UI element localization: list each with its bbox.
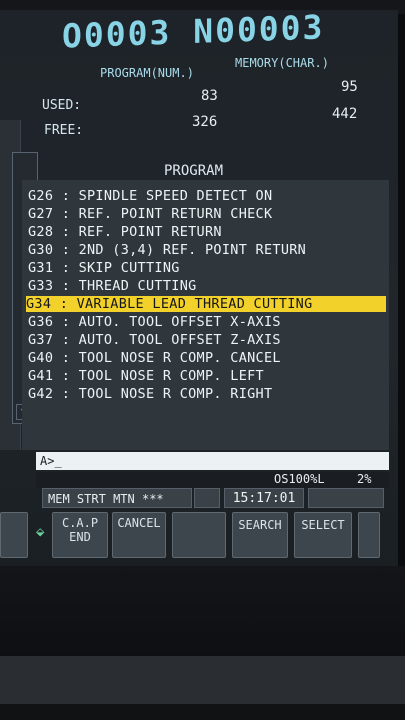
clock: 15:17:01 xyxy=(224,488,304,508)
cap-label: C.A.P xyxy=(61,516,99,530)
state-text: STRT xyxy=(76,492,106,506)
list-item[interactable]: G31 : SKIP CUTTING xyxy=(28,260,180,276)
softkey-right-edge[interactable] xyxy=(358,512,380,558)
select-label: SELECT xyxy=(301,518,345,532)
used-program-count: 83 xyxy=(201,88,218,104)
list-item[interactable]: G41 : TOOL NOSE R COMP. LEFT xyxy=(28,368,264,384)
list-item-selected[interactable]: G34 : VARIABLE LEAD THREAD CUTTING xyxy=(26,296,386,312)
layers-icon: ⬙ xyxy=(36,524,45,540)
search-button[interactable]: SEARCH xyxy=(232,512,288,558)
status-strip xyxy=(36,472,389,488)
list-item[interactable]: G33 : THREAD CUTTING xyxy=(28,278,197,294)
mode-text: MEM xyxy=(48,492,70,506)
cancel-button[interactable]: CANCEL xyxy=(112,512,166,558)
machine-panel-edge xyxy=(0,656,405,704)
machine-base xyxy=(0,704,405,720)
list-item[interactable]: G36 : AUTO. TOOL OFFSET X-AXIS xyxy=(28,314,281,330)
free-memory: 442 xyxy=(332,106,358,122)
end-label: END xyxy=(69,530,91,544)
status-blank-box-right xyxy=(308,488,384,508)
memory-header: MEMORY(CHAR.) xyxy=(235,56,329,70)
status-blank-box xyxy=(194,488,220,508)
list-item[interactable]: G40 : TOOL NOSE R COMP. CANCEL xyxy=(28,350,281,366)
alarm-text: *** xyxy=(141,492,164,506)
list-item[interactable]: G37 : AUTO. TOOL OFFSET Z-AXIS xyxy=(28,332,281,348)
list-item[interactable]: G42 : TOOL NOSE R COMP. RIGHT xyxy=(28,386,272,402)
used-label: USED: xyxy=(42,98,82,113)
list-item[interactable]: G26 : SPINDLE SPEED DETECT ON xyxy=(28,188,272,204)
blank-softkey[interactable] xyxy=(172,512,226,558)
cap-end-button[interactable]: C.A.P END xyxy=(52,512,108,558)
list-item[interactable]: G28 : REF. POINT RETURN xyxy=(28,224,222,240)
used-memory: 95 xyxy=(341,79,358,95)
list-item[interactable]: G27 : REF. POINT RETURN CHECK xyxy=(28,206,272,222)
percent-status: 2% xyxy=(357,472,372,486)
program-title: PROGRAM xyxy=(164,163,224,179)
program-count-header: PROGRAM(NUM.) xyxy=(100,66,194,80)
cancel-label: CANCEL xyxy=(117,516,161,530)
free-label: FREE: xyxy=(44,123,84,138)
list-item[interactable]: G30 : 2ND (3,4) REF. POINT RETURN xyxy=(28,242,306,258)
free-program-count: 326 xyxy=(192,114,218,130)
softkey-left-edge[interactable] xyxy=(0,512,28,558)
motion-text: MTN xyxy=(113,492,135,506)
mode-status-bar: MEM STRT MTN *** xyxy=(42,488,192,508)
command-input[interactable]: A>_ xyxy=(36,452,389,470)
gcode-list: G26 : SPINDLE SPEED DETECT ON G27 : REF.… xyxy=(22,180,389,450)
search-label: SEARCH xyxy=(238,518,282,532)
select-button[interactable]: SELECT xyxy=(294,512,352,558)
override-status: OS100%L xyxy=(274,472,325,486)
